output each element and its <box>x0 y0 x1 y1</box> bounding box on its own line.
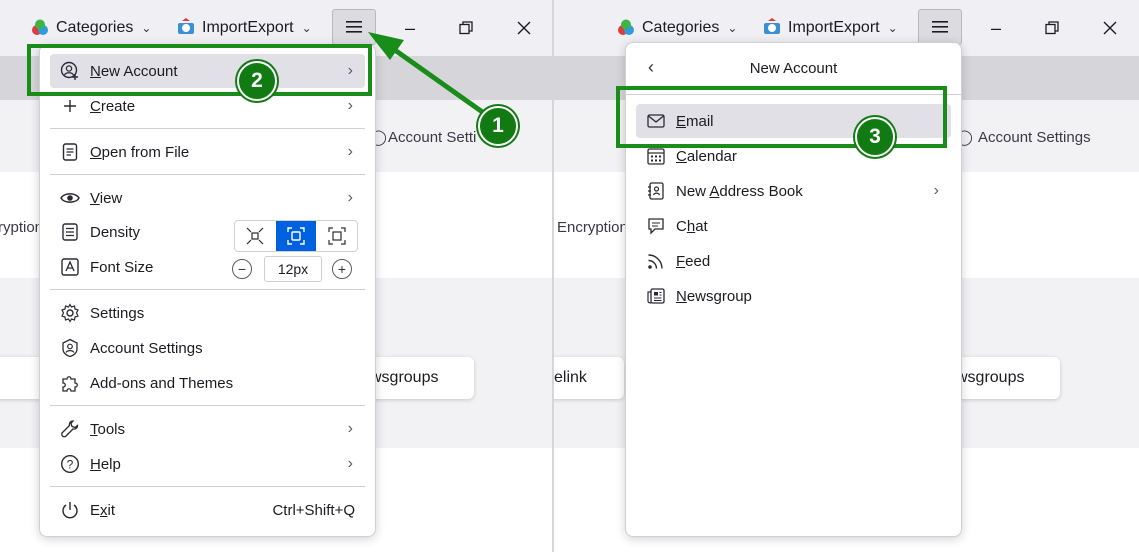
step-badge-1: 1 <box>478 106 518 146</box>
step-badge-2: 2 <box>237 61 277 101</box>
step-badge-3: 3 <box>855 117 895 157</box>
annotation-arrow <box>368 32 490 119</box>
